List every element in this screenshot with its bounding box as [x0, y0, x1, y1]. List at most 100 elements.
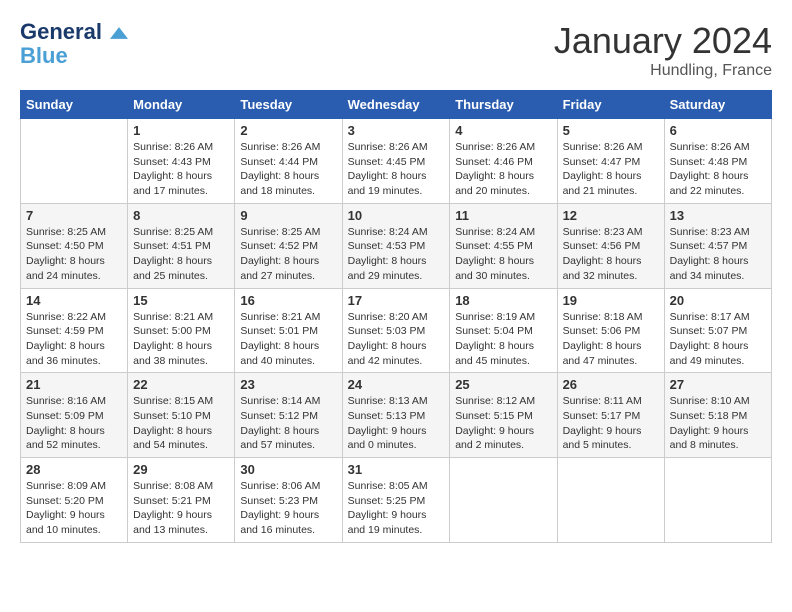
day-number: 30	[240, 462, 336, 477]
header-friday: Friday	[557, 91, 664, 119]
day-info: Sunrise: 8:25 AMSunset: 4:52 PMDaylight:…	[240, 225, 336, 284]
day-info: Sunrise: 8:25 AMSunset: 4:50 PMDaylight:…	[26, 225, 122, 284]
day-number: 6	[670, 123, 766, 138]
table-row: 9Sunrise: 8:25 AMSunset: 4:52 PMDaylight…	[235, 203, 342, 288]
day-info: Sunrise: 8:08 AMSunset: 5:21 PMDaylight:…	[133, 479, 229, 538]
day-number: 23	[240, 377, 336, 392]
day-info: Sunrise: 8:24 AMSunset: 4:53 PMDaylight:…	[348, 225, 445, 284]
header-monday: Monday	[128, 91, 235, 119]
day-number: 22	[133, 377, 229, 392]
day-info: Sunrise: 8:15 AMSunset: 5:10 PMDaylight:…	[133, 394, 229, 453]
day-info: Sunrise: 8:11 AMSunset: 5:17 PMDaylight:…	[563, 394, 659, 453]
day-number: 18	[455, 293, 551, 308]
table-row: 23 Sunrise: 8:14 AMSunset: 5:12 PMDayligh…	[235, 373, 342, 458]
day-info: Sunrise: 8:18 AMSunset: 5:06 PMDaylight:…	[563, 310, 659, 369]
day-number: 16	[240, 293, 336, 308]
day-info: Sunrise: 8:17 AMSunset: 5:07 PMDaylight:…	[670, 310, 766, 369]
logo-text: General	[20, 20, 128, 44]
header: General Blue January 2024 Hundling, Fran…	[20, 20, 772, 80]
day-info: Sunrise: 8:14 AMSunset: 5:12 PMDaylight:…	[240, 394, 336, 453]
table-row: 18 Sunrise: 8:19 AMSunset: 5:04 PMDayligh…	[450, 288, 557, 373]
day-number: 31	[348, 462, 445, 477]
day-info: Sunrise: 8:10 AMSunset: 5:18 PMDaylight:…	[670, 394, 766, 453]
calendar-week-row: 1 Sunrise: 8:26 AMSunset: 4:43 PMDaylight…	[21, 119, 772, 204]
day-number: 15	[133, 293, 229, 308]
day-number: 10	[348, 208, 445, 223]
day-number: 17	[348, 293, 445, 308]
table-row: 6 Sunrise: 8:26 AMSunset: 4:48 PMDaylight…	[664, 119, 771, 204]
day-info: Sunrise: 8:09 AMSunset: 5:20 PMDaylight:…	[26, 479, 122, 538]
day-info: Sunrise: 8:26 AMSunset: 4:44 PMDaylight:…	[240, 140, 336, 199]
day-number: 11	[455, 208, 551, 223]
day-number: 21	[26, 377, 122, 392]
day-info: Sunrise: 8:26 AMSunset: 4:48 PMDaylight:…	[670, 140, 766, 199]
table-row: 14 Sunrise: 8:22 AMSunset: 4:59 PMDayligh…	[21, 288, 128, 373]
day-info: Sunrise: 8:12 AMSunset: 5:15 PMDaylight:…	[455, 394, 551, 453]
day-number: 3	[348, 123, 445, 138]
table-row: 26 Sunrise: 8:11 AMSunset: 5:17 PMDayligh…	[557, 373, 664, 458]
table-row: 22 Sunrise: 8:15 AMSunset: 5:10 PMDayligh…	[128, 373, 235, 458]
header-tuesday: Tuesday	[235, 91, 342, 119]
table-row	[21, 119, 128, 204]
day-number: 29	[133, 462, 229, 477]
table-row: 13Sunrise: 8:23 AMSunset: 4:57 PMDayligh…	[664, 203, 771, 288]
day-info: Sunrise: 8:23 AMSunset: 4:57 PMDaylight:…	[670, 225, 766, 284]
table-row: 24 Sunrise: 8:13 AMSunset: 5:13 PMDayligh…	[342, 373, 450, 458]
day-number: 27	[670, 377, 766, 392]
month-title: January 2024	[554, 20, 772, 62]
day-info: Sunrise: 8:22 AMSunset: 4:59 PMDaylight:…	[26, 310, 122, 369]
calendar-table: Sunday Monday Tuesday Wednesday Thursday…	[20, 90, 772, 543]
day-number: 28	[26, 462, 122, 477]
table-row: 12Sunrise: 8:23 AMSunset: 4:56 PMDayligh…	[557, 203, 664, 288]
table-row: 27 Sunrise: 8:10 AMSunset: 5:18 PMDayligh…	[664, 373, 771, 458]
table-row: 4 Sunrise: 8:26 AMSunset: 4:46 PMDaylight…	[450, 119, 557, 204]
table-row: 30 Sunrise: 8:06 AMSunset: 5:23 PMDayligh…	[235, 458, 342, 543]
table-row: 3 Sunrise: 8:26 AMSunset: 4:45 PMDaylight…	[342, 119, 450, 204]
day-number: 1	[133, 123, 229, 138]
table-row: 25 Sunrise: 8:12 AMSunset: 5:15 PMDayligh…	[450, 373, 557, 458]
table-row: 28 Sunrise: 8:09 AMSunset: 5:20 PMDayligh…	[21, 458, 128, 543]
day-info: Sunrise: 8:16 AMSunset: 5:09 PMDaylight:…	[26, 394, 122, 453]
table-row: 20 Sunrise: 8:17 AMSunset: 5:07 PMDayligh…	[664, 288, 771, 373]
day-number: 4	[455, 123, 551, 138]
day-info: Sunrise: 8:13 AMSunset: 5:13 PMDaylight:…	[348, 394, 445, 453]
header-wednesday: Wednesday	[342, 91, 450, 119]
day-number: 2	[240, 123, 336, 138]
table-row: 17Sunrise: 8:20 AMSunset: 5:03 PMDayligh…	[342, 288, 450, 373]
day-number: 20	[670, 293, 766, 308]
location-subtitle: Hundling, France	[554, 62, 772, 80]
header-thursday: Thursday	[450, 91, 557, 119]
calendar-week-row: 28 Sunrise: 8:09 AMSunset: 5:20 PMDayligh…	[21, 458, 772, 543]
day-number: 25	[455, 377, 551, 392]
table-row: 21 Sunrise: 8:16 AMSunset: 5:09 PMDayligh…	[21, 373, 128, 458]
table-row	[664, 458, 771, 543]
table-row: 8 Sunrise: 8:25 AMSunset: 4:51 PMDaylight…	[128, 203, 235, 288]
table-row: 5Sunrise: 8:26 AMSunset: 4:47 PMDaylight…	[557, 119, 664, 204]
day-info: Sunrise: 8:19 AMSunset: 5:04 PMDaylight:…	[455, 310, 551, 369]
logo: General Blue	[20, 20, 128, 68]
table-row: 29 Sunrise: 8:08 AMSunset: 5:21 PMDayligh…	[128, 458, 235, 543]
table-row	[557, 458, 664, 543]
day-number: 8	[133, 208, 229, 223]
title-area: January 2024 Hundling, France	[554, 20, 772, 80]
day-number: 12	[563, 208, 659, 223]
table-row: 19Sunrise: 8:18 AMSunset: 5:06 PMDayligh…	[557, 288, 664, 373]
table-row: 2 Sunrise: 8:26 AMSunset: 4:44 PMDaylight…	[235, 119, 342, 204]
day-number: 5	[563, 123, 659, 138]
day-number: 26	[563, 377, 659, 392]
table-row: 31 Sunrise: 8:05 AMSunset: 5:25 PMDayligh…	[342, 458, 450, 543]
logo-blue: Blue	[20, 44, 68, 68]
day-number: 24	[348, 377, 445, 392]
day-info: Sunrise: 8:24 AMSunset: 4:55 PMDaylight:…	[455, 225, 551, 284]
calendar-week-row: 14 Sunrise: 8:22 AMSunset: 4:59 PMDayligh…	[21, 288, 772, 373]
day-info: Sunrise: 8:05 AMSunset: 5:25 PMDaylight:…	[348, 479, 445, 538]
table-row: 10 Sunrise: 8:24 AMSunset: 4:53 PMDayligh…	[342, 203, 450, 288]
day-info: Sunrise: 8:26 AMSunset: 4:45 PMDaylight:…	[348, 140, 445, 199]
day-info: Sunrise: 8:06 AMSunset: 5:23 PMDaylight:…	[240, 479, 336, 538]
day-info: Sunrise: 8:26 AMSunset: 4:43 PMDaylight:…	[133, 140, 229, 199]
day-number: 7	[26, 208, 122, 223]
day-info: Sunrise: 8:25 AMSunset: 4:51 PMDaylight:…	[133, 225, 229, 284]
table-row: 11 Sunrise: 8:24 AMSunset: 4:55 PMDayligh…	[450, 203, 557, 288]
day-info: Sunrise: 8:26 AMSunset: 4:46 PMDaylight:…	[455, 140, 551, 199]
day-number: 14	[26, 293, 122, 308]
